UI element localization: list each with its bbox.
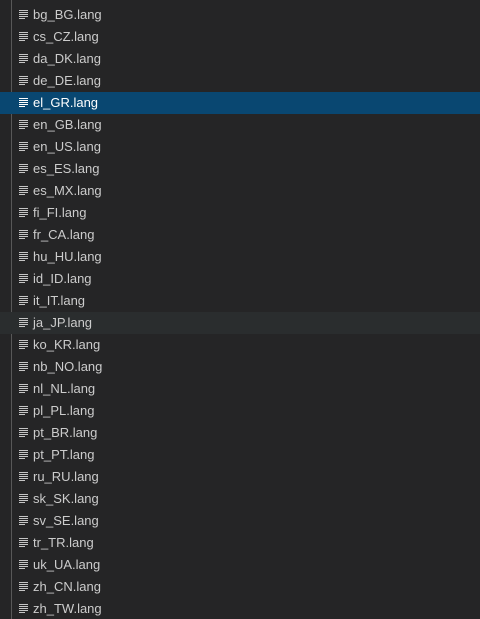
- file-name: ja_JP.lang: [33, 315, 93, 330]
- file-item-cs-cz[interactable]: cs_CZ.lang: [0, 26, 480, 48]
- file-text-icon: [19, 274, 28, 283]
- file-text-icon: [19, 208, 28, 217]
- file-text-icon: [19, 10, 28, 19]
- file-text-icon: [19, 120, 28, 129]
- file-name: ko_KR.lang: [33, 337, 101, 352]
- file-item-bg-bg[interactable]: bg_BG.lang: [0, 4, 480, 26]
- file-name: tr_TR.lang: [33, 535, 94, 550]
- file-text-icon: [19, 494, 28, 503]
- file-text-icon: [19, 54, 28, 63]
- file-item-fr-ca[interactable]: fr_CA.lang: [0, 224, 480, 246]
- file-item-id-id[interactable]: id_ID.lang: [0, 268, 480, 290]
- file-item-pl-pl[interactable]: pl_PL.lang: [0, 400, 480, 422]
- file-name: el_GR.lang: [33, 95, 99, 110]
- file-text-icon: [19, 318, 28, 327]
- file-text-icon: [19, 186, 28, 195]
- file-item-da-dk[interactable]: da_DK.lang: [0, 48, 480, 70]
- file-text-icon: [19, 406, 28, 415]
- file-name: sk_SK.lang: [33, 491, 99, 506]
- file-text-icon: [19, 76, 28, 85]
- file-text-icon: [19, 604, 28, 613]
- file-item-it-it[interactable]: it_IT.lang: [0, 290, 480, 312]
- file-item-el-gr[interactable]: el_GR.lang: [0, 92, 480, 114]
- file-name: de_DE.lang: [33, 73, 101, 88]
- file-text-icon: [19, 230, 28, 239]
- file-item-es-es[interactable]: es_ES.lang: [0, 158, 480, 180]
- file-item-zh-cn[interactable]: zh_CN.lang: [0, 576, 480, 598]
- file-name: it_IT.lang: [33, 293, 86, 308]
- file-name: es_MX.lang: [33, 183, 102, 198]
- file-name: pt_BR.lang: [33, 425, 98, 440]
- file-item-sv-se[interactable]: sv_SE.lang: [0, 510, 480, 532]
- file-name: nb_NO.lang: [33, 359, 103, 374]
- file-name: hu_HU.lang: [33, 249, 102, 264]
- file-item-ja-jp[interactable]: ja_JP.lang: [0, 312, 480, 334]
- file-name: zh_TW.lang: [33, 601, 102, 616]
- file-text-icon: [19, 538, 28, 547]
- file-item-nl-nl[interactable]: nl_NL.lang: [0, 378, 480, 400]
- file-item-sk-sk[interactable]: sk_SK.lang: [0, 488, 480, 510]
- file-item-ru-ru[interactable]: ru_RU.lang: [0, 466, 480, 488]
- file-explorer: bg_BG.lang cs_CZ.lang da_DK.lang de_DE.l…: [0, 0, 480, 619]
- file-text-icon: [19, 450, 28, 459]
- file-name: sv_SE.lang: [33, 513, 99, 528]
- file-name: fr_CA.lang: [33, 227, 95, 242]
- file-text-icon: [19, 472, 28, 481]
- file-name: ru_RU.lang: [33, 469, 99, 484]
- file-item-ko-kr[interactable]: ko_KR.lang: [0, 334, 480, 356]
- file-text-icon: [19, 582, 28, 591]
- file-text-icon: [19, 428, 28, 437]
- file-text-icon: [19, 32, 28, 41]
- file-name: uk_UA.lang: [33, 557, 101, 572]
- file-item-fi-fi[interactable]: fi_FI.lang: [0, 202, 480, 224]
- file-item-pt-pt[interactable]: pt_PT.lang: [0, 444, 480, 466]
- file-name: zh_CN.lang: [33, 579, 101, 594]
- file-text-icon: [19, 362, 28, 371]
- file-item-en-gb[interactable]: en_GB.lang: [0, 114, 480, 136]
- file-item-uk-ua[interactable]: uk_UA.lang: [0, 554, 480, 576]
- file-text-icon: [19, 384, 28, 393]
- file-item-es-mx[interactable]: es_MX.lang: [0, 180, 480, 202]
- file-name: nl_NL.lang: [33, 381, 96, 396]
- file-name: en_GB.lang: [33, 117, 102, 132]
- file-name: es_ES.lang: [33, 161, 100, 176]
- file-name: fi_FI.lang: [33, 205, 87, 220]
- file-item-zh-tw[interactable]: zh_TW.lang: [0, 598, 480, 619]
- file-text-icon: [19, 252, 28, 261]
- file-text-icon: [19, 296, 28, 305]
- file-text-icon: [19, 516, 28, 525]
- file-item-hu-hu[interactable]: hu_HU.lang: [0, 246, 480, 268]
- file-item-nb-no[interactable]: nb_NO.lang: [0, 356, 480, 378]
- file-name: bg_BG.lang: [33, 7, 102, 22]
- file-item-de-de[interactable]: de_DE.lang: [0, 70, 480, 92]
- file-name: pl_PL.lang: [33, 403, 95, 418]
- file-item-en-us[interactable]: en_US.lang: [0, 136, 480, 158]
- file-text-icon: [19, 142, 28, 151]
- file-item-tr-tr[interactable]: tr_TR.lang: [0, 532, 480, 554]
- file-text-icon: [19, 98, 28, 107]
- file-name: id_ID.lang: [33, 271, 92, 286]
- file-item-pt-br[interactable]: pt_BR.lang: [0, 422, 480, 444]
- file-name: pt_PT.lang: [33, 447, 95, 462]
- file-text-icon: [19, 560, 28, 569]
- file-name: cs_CZ.lang: [33, 29, 99, 44]
- file-name: da_DK.lang: [33, 51, 101, 66]
- file-tree: bg_BG.lang cs_CZ.lang da_DK.lang de_DE.l…: [0, 4, 480, 619]
- file-name: en_US.lang: [33, 139, 101, 154]
- file-text-icon: [19, 340, 28, 349]
- file-text-icon: [19, 164, 28, 173]
